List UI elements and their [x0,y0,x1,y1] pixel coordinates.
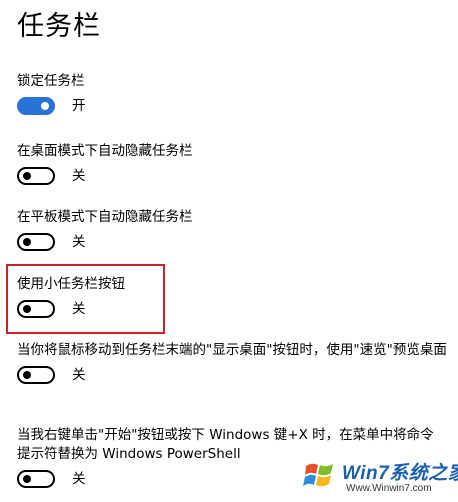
windows-logo-icon [303,463,333,487]
setting-label: 使用小任务栏按钮 [17,276,125,292]
setting-small-buttons: 使用小任务栏按钮 关 [17,274,125,321]
setting-label: 当你将鼠标移动到任务栏末端的"显示桌面"按钮时，使用"速览"预览桌面 [17,342,447,358]
toggle-row: 开 [17,94,86,118]
toggle-row: 关 [17,164,193,188]
peek-toggle[interactable] [17,366,55,384]
setting-autohide-desktop: 在桌面模式下自动隐藏任务栏 关 [17,141,193,188]
autohide-desktop-toggle[interactable] [17,167,55,185]
toggle-knob [23,305,31,313]
setting-peek: 当你将鼠标移动到任务栏末端的"显示桌面"按钮时，使用"速览"预览桌面 关 [17,341,447,387]
toggle-knob [23,172,31,180]
toggle-state-label: 关 [72,471,86,487]
watermark: Win7系统之家 Www.Winwin7.com [302,456,458,498]
setting-autohide-tablet: 在平板模式下自动隐藏任务栏 关 [17,207,193,254]
toggle-state-label: 开 [72,98,86,114]
toggle-row: 关 [17,297,125,321]
lock-taskbar-toggle[interactable] [17,97,55,115]
powershell-toggle[interactable] [17,470,55,488]
page-title: 任务栏 [17,11,101,42]
toggle-knob [23,475,31,483]
toggle-state-label: 关 [72,301,86,317]
small-buttons-toggle[interactable] [17,300,55,318]
setting-label: 在桌面模式下自动隐藏任务栏 [17,143,193,159]
toggle-knob [23,371,31,379]
watermark-url: Www.Winwin7.com [346,483,432,494]
toggle-row: 关 [17,363,447,387]
toggle-knob [41,102,49,110]
toggle-knob [23,238,31,246]
toggle-state-label: 关 [72,234,86,250]
autohide-tablet-toggle[interactable] [17,233,55,251]
setting-lock-taskbar: 锁定任务栏 开 [17,71,86,118]
toggle-row: 关 [17,230,193,254]
toggle-state-label: 关 [72,367,86,383]
toggle-state-label: 关 [72,168,86,184]
setting-label: 锁定任务栏 [17,73,85,89]
setting-label: 在平板模式下自动隐藏任务栏 [17,209,193,225]
watermark-title: Win7系统之家 [342,463,458,484]
